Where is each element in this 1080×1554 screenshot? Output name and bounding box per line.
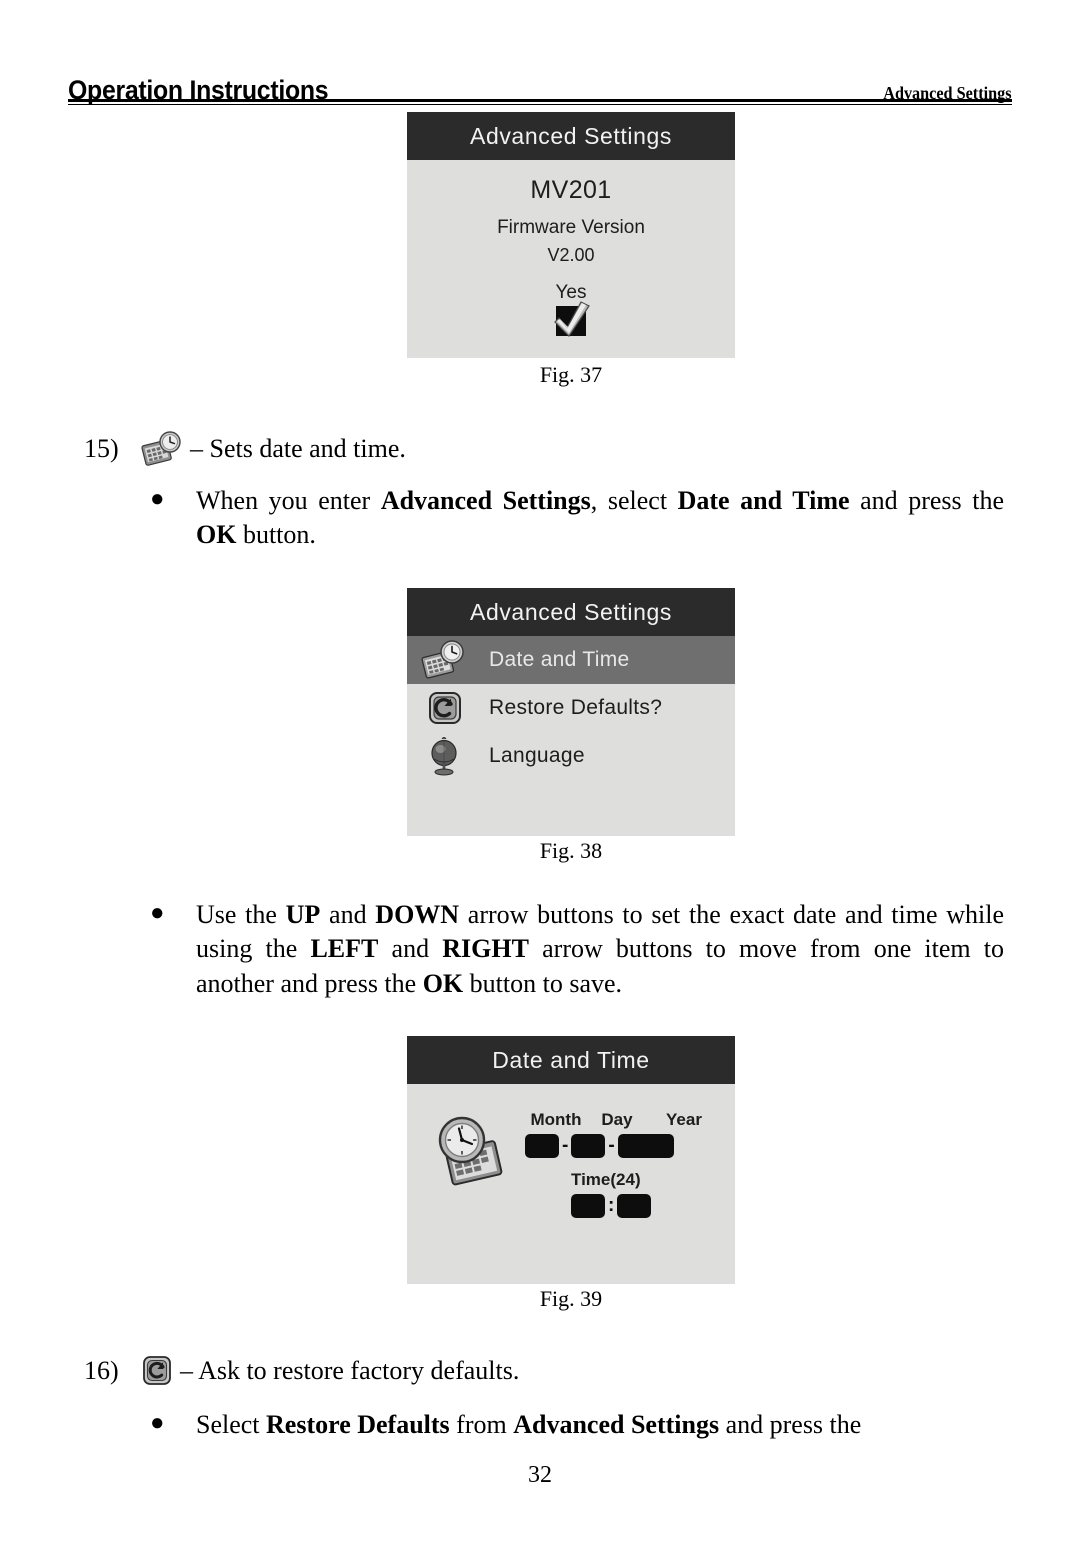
globe-icon xyxy=(421,735,467,777)
year-label: Year xyxy=(666,1110,702,1129)
minute-input[interactable] xyxy=(617,1194,652,1218)
text-segment: , select xyxy=(590,486,678,515)
month-label: Month xyxy=(530,1110,582,1129)
bullet-text-date-time: When you enter Advanced Settings, select… xyxy=(196,484,1004,553)
figure-37-screen-title: Advanced Settings xyxy=(407,112,735,160)
menu-item-label: Restore Defaults? xyxy=(489,696,663,719)
checkmark-icon[interactable] xyxy=(554,301,590,337)
bold-left: LEFT xyxy=(310,934,379,964)
text-segment: and xyxy=(378,934,443,964)
text-segment: from xyxy=(449,1410,514,1439)
figure-39-screen-body: Month Day Year - - Time(24) : xyxy=(407,1084,735,1254)
menu-item-date-and-time[interactable]: Date and Time xyxy=(407,636,735,684)
time-field-boxes: : xyxy=(571,1194,721,1218)
text-segment: When you enter xyxy=(196,486,381,515)
list-item-16-text: – Ask to restore factory defaults. xyxy=(180,1355,520,1385)
header-rule-thick xyxy=(68,99,1012,102)
list-item-15-text: – Sets date and time. xyxy=(190,433,406,463)
year-input[interactable] xyxy=(617,1134,674,1158)
page-number: 32 xyxy=(528,1462,552,1488)
menu-item-restore-defaults[interactable]: Restore Defaults? xyxy=(407,684,735,732)
restore-icon xyxy=(140,1354,174,1388)
bold-advanced-settings: Advanced Settings xyxy=(513,1410,720,1439)
day-input[interactable] xyxy=(571,1134,606,1158)
bold-down: DOWN xyxy=(375,900,460,929)
figure-38-caption: Fig. 38 xyxy=(539,838,603,863)
date-separator: - xyxy=(608,1135,615,1156)
date-field-labels: Month Day Year xyxy=(525,1110,721,1130)
confirm-block: Yes xyxy=(407,282,735,352)
menu-item-label: Language xyxy=(489,744,585,767)
list-item-15: 15) – Sets date and time. xyxy=(84,430,406,468)
date-time-fields: Month Day Year - - Time(24) : xyxy=(525,1110,721,1218)
figure-38-screen-title: Advanced Settings xyxy=(407,588,735,636)
bullet-text-arrow-buttons: Use the UP and DOWN arrow buttons to set… xyxy=(196,898,1004,1001)
figure-38-menu-list: Date and Time Restore Defaults? Language xyxy=(407,636,735,780)
bold-advanced-settings: Advanced Settings xyxy=(380,486,591,515)
bullet-paragraph-date-time: ● When you enter Advanced Settings, sele… xyxy=(142,484,1004,553)
time-separator: : xyxy=(608,1195,615,1216)
bold-up: UP xyxy=(285,900,321,929)
hour-input[interactable] xyxy=(571,1194,605,1218)
figure-38-screen: Advanced Settings Date and Time Restore … xyxy=(407,588,735,836)
clock-calendar-icon xyxy=(429,1112,513,1192)
bullet-paragraph-restore-defaults: ● Select Restore Defaults from Advanced … xyxy=(142,1408,1004,1442)
date-separator: - xyxy=(562,1135,569,1156)
bold-ok: OK xyxy=(422,968,464,998)
time-label: Time(24) xyxy=(571,1170,641,1189)
device-model: MV201 xyxy=(530,176,612,204)
bold-date-and-time: Date and Time xyxy=(677,486,850,515)
text-segment: button. xyxy=(236,520,316,550)
figure-37-caption: Fig. 37 xyxy=(539,362,603,387)
restore-icon xyxy=(421,687,467,729)
figure-39-screen: Date and Time Month Day Year - - Time(24… xyxy=(407,1036,735,1284)
bold-right: RIGHT xyxy=(442,934,529,964)
date-field-boxes: - - xyxy=(525,1134,721,1158)
text-segment: button to save. xyxy=(463,968,623,998)
figure-37-screen: Advanced Settings MV201 Firmware Version… xyxy=(407,112,735,358)
text-segment: Use the xyxy=(196,900,286,929)
text-segment: and press the xyxy=(849,486,1005,515)
calendar-clock-icon xyxy=(421,639,467,681)
bullet-text-restore-defaults: Select Restore Defaults from Advanced Se… xyxy=(196,1408,1004,1442)
text-segment: Select xyxy=(196,1410,267,1439)
list-item-15-number: 15) xyxy=(84,433,119,463)
day-label: Day xyxy=(601,1110,633,1129)
bullet-marker: ● xyxy=(150,1410,165,1436)
header-rule-thin xyxy=(68,104,1012,105)
menu-item-language[interactable]: Language xyxy=(407,732,735,780)
date-time-form: Month Day Year - - Time(24) : xyxy=(407,1084,735,1254)
figure-37-screen-body: MV201 Firmware Version V2.00 Yes xyxy=(407,176,735,352)
bold-ok: OK xyxy=(196,520,237,550)
figure-39-screen-title: Date and Time xyxy=(407,1036,735,1084)
bullet-marker: ● xyxy=(150,486,165,512)
list-item-16: 16) – Ask to restore factory defaults. xyxy=(84,1354,519,1388)
page-header: Operation Instructions Advanced Settings xyxy=(68,58,1012,104)
text-segment: and xyxy=(320,900,376,929)
bullet-paragraph-arrow-buttons: ● Use the UP and DOWN arrow buttons to s… xyxy=(142,898,1004,1001)
bullet-marker: ● xyxy=(150,900,165,926)
firmware-version-value: V2.00 xyxy=(547,245,595,265)
calendar-clock-icon xyxy=(140,430,184,468)
bold-restore-defaults: Restore Defaults xyxy=(266,1410,450,1439)
month-input[interactable] xyxy=(525,1134,559,1158)
menu-item-label: Date and Time xyxy=(489,648,630,671)
figure-39-caption: Fig. 39 xyxy=(539,1286,603,1311)
list-item-16-number: 16) xyxy=(84,1355,119,1385)
firmware-version-label: Firmware Version xyxy=(497,217,645,238)
text-segment: and press the xyxy=(719,1410,862,1439)
